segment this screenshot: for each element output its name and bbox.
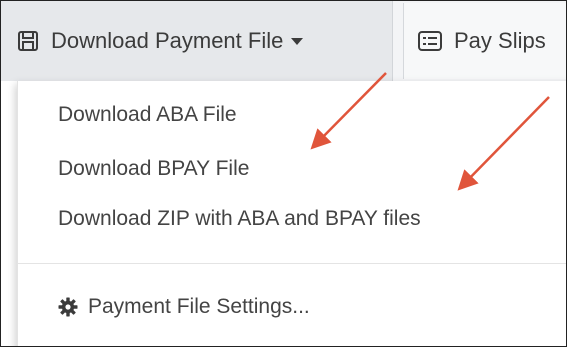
menu-item-download-zip[interactable]: Download ZIP with ABA and BPAY files (58, 207, 421, 231)
menu-item-payment-file-settings[interactable]: Payment File Settings... (58, 295, 310, 319)
list-icon (418, 31, 442, 51)
download-dropdown-menu: Download ABA File Download BPAY File Dow… (17, 81, 566, 346)
save-icon (17, 30, 39, 52)
menu-item-download-bpay[interactable]: Download BPAY File (58, 157, 249, 181)
pay-slips-button[interactable]: Pay Slips (403, 3, 566, 79)
screenshot-frame: Download Payment File Pay Slips Download… (0, 0, 567, 347)
gear-icon (58, 297, 78, 317)
download-payment-file-button[interactable]: Download Payment File (1, 1, 393, 81)
menu-item-download-aba[interactable]: Download ABA File (58, 103, 237, 127)
pay-slips-label: Pay Slips (454, 28, 546, 53)
chevron-down-icon (291, 37, 304, 45)
menu-divider (18, 263, 566, 264)
payment-file-settings-label: Payment File Settings... (88, 295, 310, 318)
toolbar: Download Payment File Pay Slips (1, 1, 566, 81)
download-payment-file-label: Download Payment File (51, 28, 284, 53)
